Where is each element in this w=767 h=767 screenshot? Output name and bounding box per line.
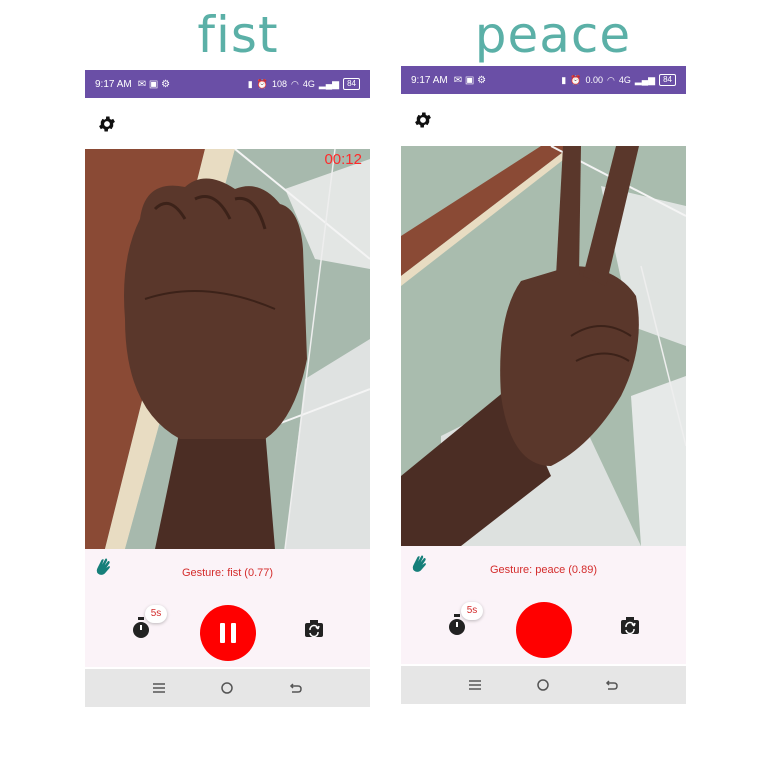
alarm-icon: ⏰	[570, 74, 582, 85]
nav-bar	[401, 666, 686, 704]
network-type: 4G	[618, 75, 631, 85]
control-panel: Gesture: fist (0.77) 5s	[85, 549, 370, 667]
vibrate-icon: ▮	[561, 74, 567, 85]
back-icon[interactable]	[605, 679, 619, 691]
gesture-label: Gesture: fist (0.77)	[181, 567, 274, 579]
phone-screen-peace: 9:17 AM ✉ ▣ ⚙ ▮ ⏰ 0.00 ◠ 4G ▂▄▆ 84 Gestu…	[401, 66, 686, 704]
camera-frame-fist	[85, 149, 370, 549]
pause-icon-bar	[231, 623, 236, 643]
title-peace: peace	[474, 6, 632, 64]
status-time: 9:17 AM	[411, 74, 448, 86]
signal-icon: ▂▄▆	[318, 78, 340, 89]
camera-frame-peace	[401, 146, 686, 546]
flip-camera-icon[interactable]	[620, 616, 640, 636]
settings-gear-icon[interactable]	[413, 110, 433, 130]
net-speed: 108	[271, 79, 287, 89]
status-bar: 9:17 AM ✉ ▣ ⚙ ▮ ⏰ 0.00 ◠ 4G ▂▄▆ 84	[401, 66, 686, 94]
wifi-icon: ◠	[606, 74, 615, 85]
recent-apps-icon[interactable]	[468, 679, 482, 691]
recording-timer: 00:12	[324, 151, 362, 168]
alarm-icon: ⏰	[256, 78, 268, 89]
pause-icon	[220, 623, 225, 643]
battery-indicator: 84	[659, 74, 676, 86]
battery-indicator: 84	[343, 78, 360, 90]
control-panel: Gesture: peace (0.89) 5s	[401, 546, 686, 664]
phone-screen-fist: 9:17 AM ✉ ▣ ⚙ ▮ ⏰ 108 ◠ 4G ▂▄▆ 84 00:12 …	[85, 70, 370, 707]
timer-badge: 5s	[145, 605, 167, 623]
status-time: 9:17 AM	[95, 78, 132, 90]
notification-icons: ✉ ▣ ⚙	[453, 74, 487, 86]
pause-record-button[interactable]	[200, 605, 256, 661]
home-icon[interactable]	[536, 678, 550, 692]
system-icons: ▮ ⏰ 108 ◠ 4G ▂▄▆ 84	[248, 78, 360, 90]
camera-preview: 00:12	[85, 149, 370, 549]
title-fist: fist	[197, 6, 279, 64]
notification-icons: ✉ ▣ ⚙	[137, 78, 171, 90]
vibrate-icon: ▮	[247, 78, 253, 89]
status-bar: 9:17 AM ✉ ▣ ⚙ ▮ ⏰ 108 ◠ 4G ▂▄▆ 84	[85, 70, 370, 98]
nav-bar	[85, 669, 370, 707]
wifi-icon: ◠	[290, 78, 299, 89]
recent-apps-icon[interactable]	[152, 682, 166, 694]
network-type: 4G	[302, 79, 315, 89]
camera-preview	[401, 146, 686, 546]
flip-camera-icon[interactable]	[304, 619, 324, 639]
signal-icon: ▂▄▆	[634, 74, 656, 85]
settings-gear-icon[interactable]	[97, 114, 117, 134]
net-speed: 0.00	[585, 75, 603, 85]
back-icon[interactable]	[289, 682, 303, 694]
record-button[interactable]	[516, 602, 572, 658]
gesture-label: Gesture: peace (0.89)	[489, 564, 597, 576]
home-icon[interactable]	[220, 681, 234, 695]
timer-badge: 5s	[461, 602, 483, 620]
system-icons: ▮ ⏰ 0.00 ◠ 4G ▂▄▆ 84	[561, 74, 676, 86]
